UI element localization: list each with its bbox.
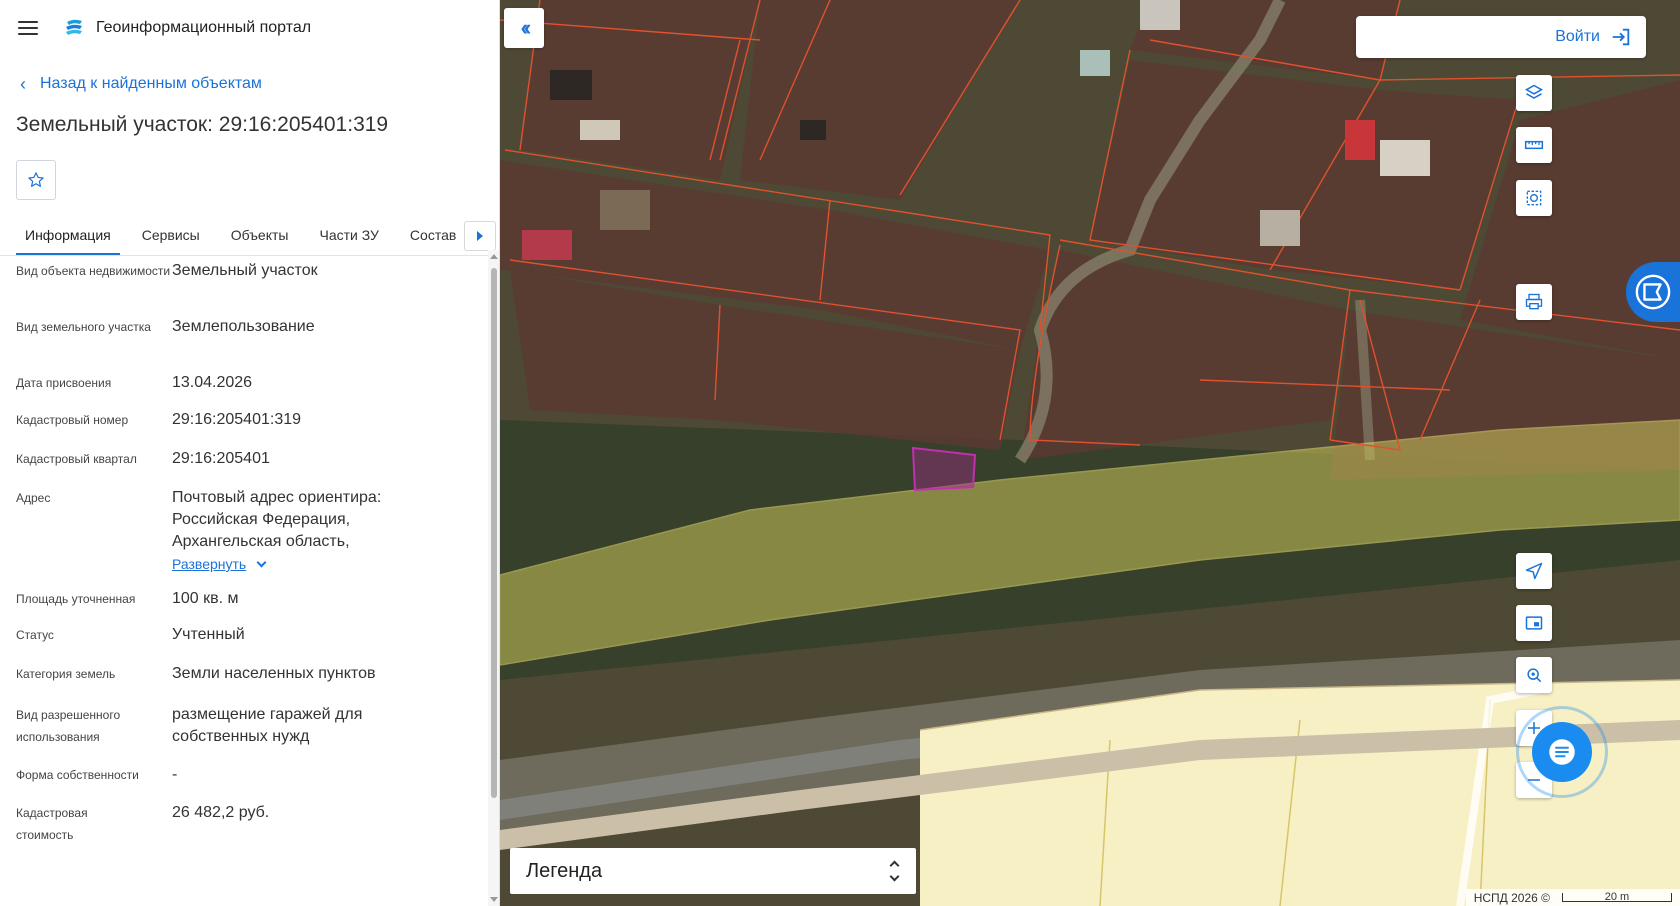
chat-icon (1549, 739, 1575, 765)
info-value: Почтовый адрес ориентира: Российская Фед… (172, 487, 472, 576)
info-value: размещение гаражей для собственных нужд (172, 706, 363, 745)
panel-scrollbar[interactable] (488, 250, 499, 906)
assistant-icon (1635, 274, 1671, 310)
info-row: Форма собственности - (0, 764, 472, 786)
back-to-results-link[interactable]: ‹ Назад к найденным объектам (0, 68, 499, 100)
info-row: Кадастровый номер 29:16:205401:319 (0, 409, 472, 431)
info-label: Вид разрешенного использования (16, 708, 121, 744)
minimap-button[interactable] (1516, 605, 1552, 641)
info-row: Кадастровая стоимость 26 482,2 руб. (0, 802, 472, 846)
tabs-scroll-right-button[interactable] (464, 221, 496, 251)
locate-button[interactable] (1516, 553, 1552, 589)
double-chevron-left-icon: ‹‹ (520, 15, 531, 40)
info-label: Статус (16, 628, 54, 642)
assistant-side-button[interactable] (1626, 262, 1680, 322)
info-value: 13.04.2026 (172, 374, 253, 391)
scrollbar-thumb[interactable] (491, 268, 497, 798)
select-area-button[interactable] (1516, 180, 1552, 216)
ruler-icon (1524, 140, 1544, 150)
tab-bar: Информация Сервисы Объекты Части ЗУ Сост… (0, 206, 499, 256)
info-row: Адрес Почтовый адрес ориентира: Российск… (0, 487, 472, 576)
login-button[interactable]: Войти (1356, 16, 1646, 58)
info-row: Статус Учтенный (0, 624, 472, 646)
expand-collapse-icon (889, 860, 900, 882)
map-view[interactable]: ‹‹ Войти Легенда НСПД 2026 © 20 m (500, 0, 1680, 906)
expand-label: Развернуть (172, 556, 247, 572)
info-row: Кадастровый квартал 29:16:205401 (0, 448, 472, 470)
info-row: Вид земельного участка Землепользование (0, 316, 472, 338)
info-row: Вид разрешенного использования размещени… (0, 704, 392, 748)
minimap-icon (1525, 616, 1543, 630)
object-panel: Геоинформационный портал ‹ Назад к найде… (0, 0, 500, 906)
info-label: Кадастровый квартал (16, 452, 137, 466)
info-row: Вид объекта недвижимости Земельный участ… (0, 260, 472, 282)
chevron-left-icon: ‹ (20, 74, 26, 94)
layers-icon (1524, 84, 1544, 99)
map-attribution: НСПД 2026 © 20 m (1465, 889, 1680, 906)
info-value: Землепользование (172, 318, 315, 335)
ruler-button[interactable] (1516, 127, 1552, 163)
scroll-down-icon[interactable] (490, 897, 498, 902)
info-label: Вид земельного участка (16, 320, 151, 334)
attribution-text: НСПД 2026 © (1473, 890, 1550, 905)
print-icon (1525, 293, 1543, 310)
chevron-down-icon (256, 557, 267, 567)
satellite-map[interactable] (500, 0, 1680, 906)
info-row: Дата присвоения 13.04.2026 (0, 372, 472, 394)
app-title: Геоинформационный портал (96, 19, 312, 36)
info-row: Категория земель Земли населенных пункто… (0, 663, 472, 685)
info-value: 26 482,2 руб. (172, 804, 270, 821)
star-icon (28, 172, 44, 187)
favorite-button[interactable] (16, 160, 56, 200)
top-bar: Геоинформационный портал (0, 0, 499, 56)
login-icon (1612, 28, 1630, 46)
menu-icon[interactable] (18, 21, 38, 35)
info-row: Площадь уточненная 100 кв. м (0, 588, 472, 610)
select-area-icon (1526, 190, 1542, 206)
print-button[interactable] (1516, 284, 1552, 320)
info-value: 100 кв. м (172, 590, 239, 607)
legend-toggle[interactable]: Легенда (510, 848, 916, 894)
info-label: Вид объекта недвижимости (16, 264, 171, 278)
scroll-up-icon[interactable] (490, 254, 498, 259)
info-list: Вид объекта недвижимости Земельный участ… (0, 250, 488, 906)
info-value: Земельный участок (172, 262, 318, 279)
legend-label: Легенда (526, 859, 603, 882)
geo-search-icon (1527, 668, 1542, 683)
collapse-panel-button[interactable]: ‹‹ (504, 8, 544, 48)
info-value: Учтенный (172, 626, 245, 643)
portal-logo-icon (66, 19, 82, 35)
info-value: Земли населенных пунктов (172, 665, 376, 682)
back-link-label: Назад к найденным объектам (40, 75, 262, 92)
layers-button[interactable] (1516, 75, 1552, 111)
login-label: Войти (1555, 28, 1600, 45)
geo-search-button[interactable] (1516, 657, 1552, 693)
info-label: Площадь уточненная (16, 592, 136, 606)
info-label: Форма собственности (16, 768, 139, 782)
info-label: Адрес (16, 491, 51, 505)
info-label: Категория земель (16, 667, 116, 681)
address-value: Почтовый адрес ориентира: Российская Фед… (172, 489, 382, 550)
object-title: Земельный участок: 29:16:205401:319 (16, 113, 389, 136)
info-label: Дата присвоения (16, 376, 112, 390)
info-label: Кадастровый номер (16, 413, 129, 427)
chat-button[interactable] (1532, 722, 1592, 782)
info-value: 29:16:205401 (172, 450, 270, 467)
caret-right-icon (477, 231, 483, 241)
expand-address-link[interactable]: Развернуть (172, 553, 267, 575)
info-label: Кадастровая стоимость (16, 806, 88, 842)
info-value: 29:16:205401:319 (172, 411, 302, 428)
scale-bar: 20 m (1562, 892, 1672, 903)
locate-icon (1525, 562, 1543, 580)
info-value: - (172, 766, 178, 783)
